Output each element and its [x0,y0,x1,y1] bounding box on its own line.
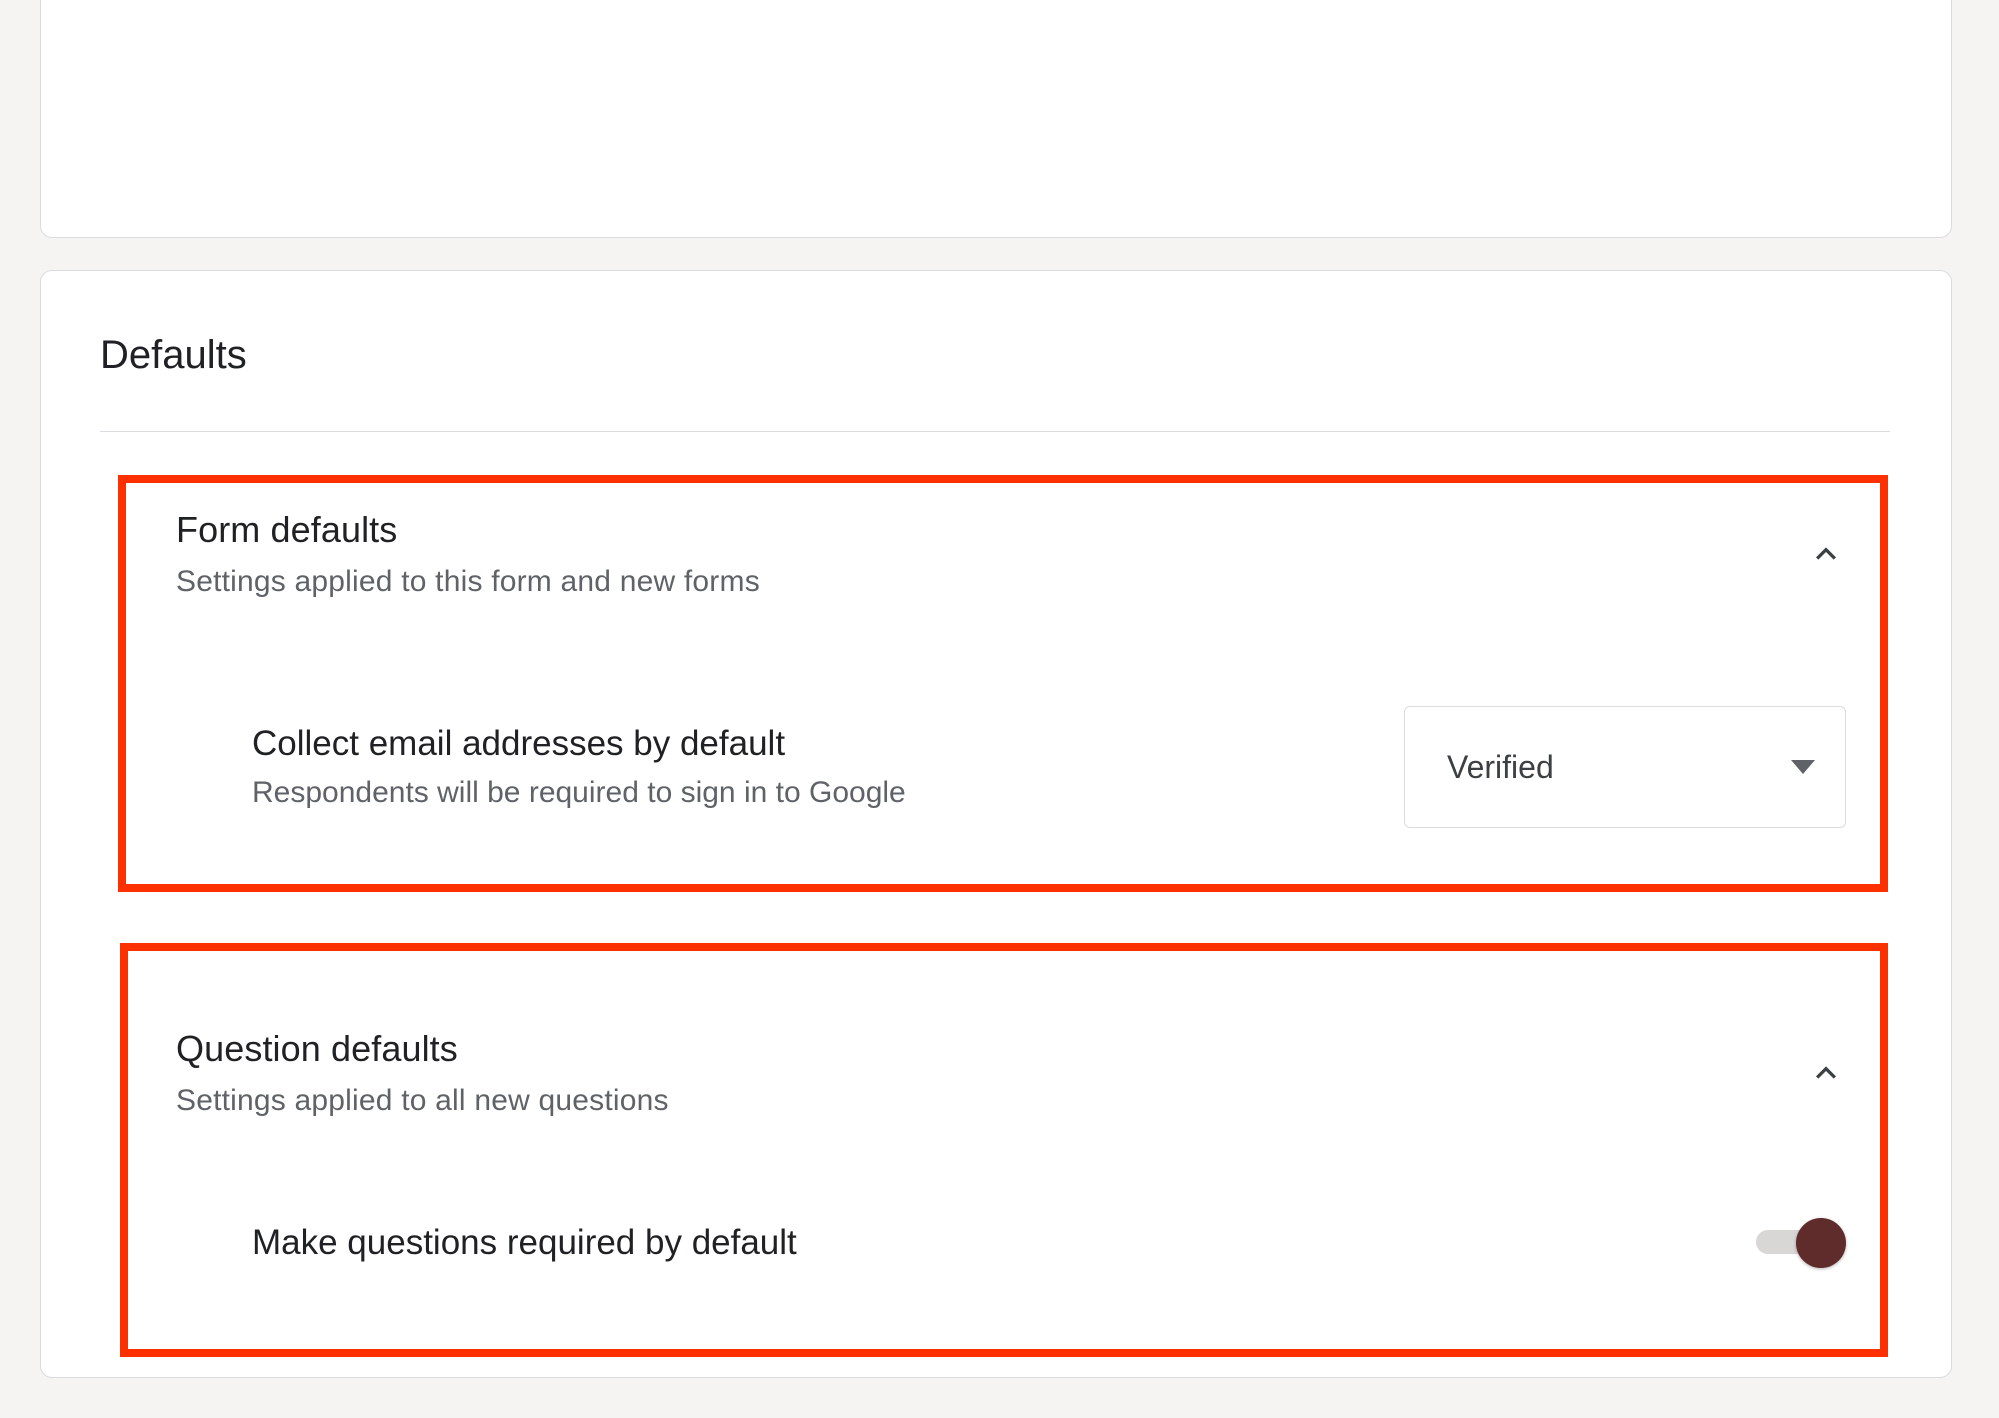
collect-email-subtitle: Respondents will be required to sign in … [252,776,906,810]
form-defaults-text: Form defaults Settings applied to this f… [176,509,760,599]
divider [100,431,1890,432]
defaults-header: Defaults [100,333,247,378]
collect-email-row: Collect email addresses by default Respo… [252,706,1846,828]
settings-view: Presentation Manage how the form and res… [0,0,1999,1418]
chevron-up-icon[interactable] [1806,534,1846,574]
question-defaults-text: Question defaults Settings applied to al… [176,1028,669,1118]
collect-email-select[interactable]: Verified [1404,706,1846,828]
dropdown-arrow-icon [1791,760,1815,774]
question-defaults-header[interactable]: Question defaults Settings applied to al… [176,1028,1846,1118]
collect-email-title: Collect email addresses by default [252,724,906,764]
required-default-toggle[interactable] [1756,1218,1846,1268]
required-default-title: Make questions required by default [252,1223,797,1263]
form-defaults-header[interactable]: Form defaults Settings applied to this f… [176,509,1846,599]
form-defaults-title: Form defaults [176,509,760,551]
question-defaults-section: Question defaults Settings applied to al… [176,1028,1846,1118]
question-defaults-title: Question defaults [176,1028,669,1070]
form-defaults-subtitle: Settings applied to this form and new fo… [176,565,760,599]
form-defaults-section: Form defaults Settings applied to this f… [176,509,1846,599]
collect-email-select-value: Verified [1447,749,1554,786]
collect-email-text: Collect email addresses by default Respo… [252,724,906,810]
question-defaults-subtitle: Settings applied to all new questions [176,1084,669,1118]
chevron-up-icon[interactable] [1806,1053,1846,1093]
toggle-thumb [1796,1218,1846,1268]
required-default-row: Make questions required by default [252,1218,1846,1268]
settings-card-upper: Presentation Manage how the form and res… [40,0,1952,238]
required-default-text: Make questions required by default [252,1223,797,1263]
